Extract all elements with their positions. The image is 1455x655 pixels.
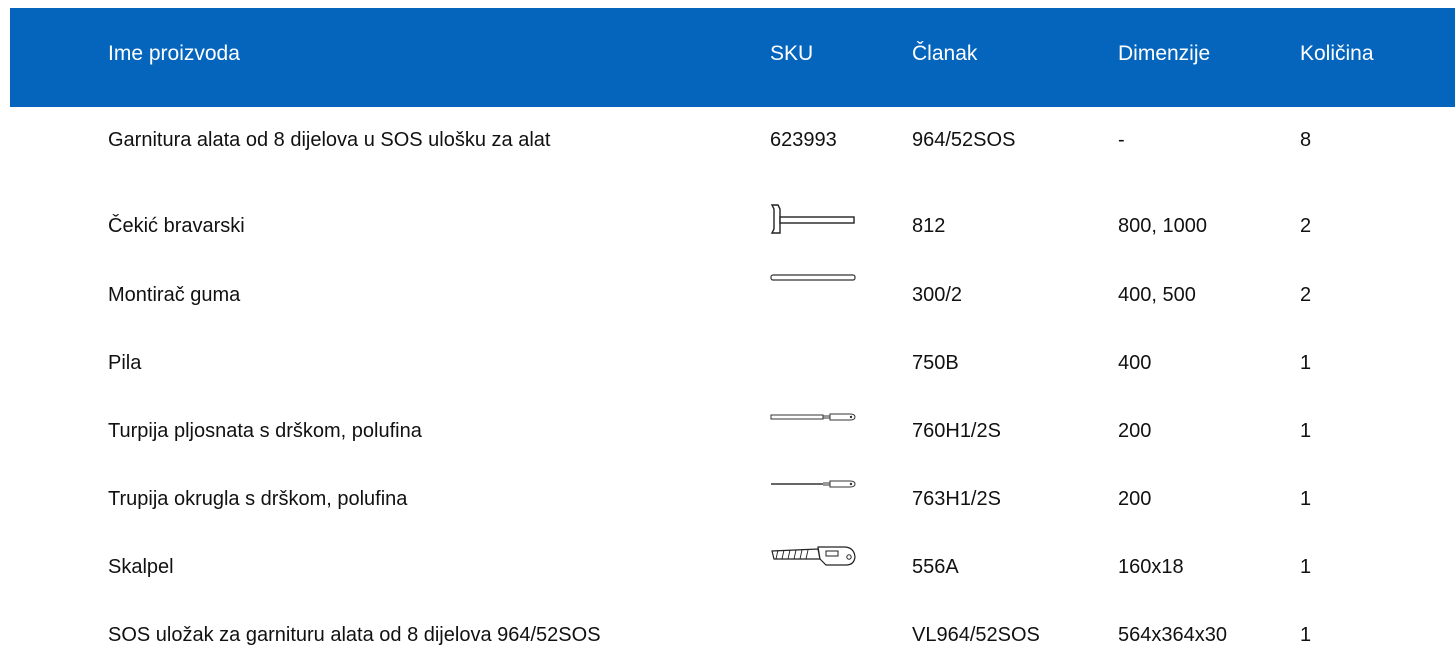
hammer-icon (770, 203, 856, 234)
row-quantity: 2 (1300, 284, 1312, 306)
row-article: 750B (912, 352, 959, 374)
table-row: Pila 750B 400 1 (10, 343, 1455, 383)
row-name: Garnitura alata od 8 dijelova u SOS uloš… (108, 129, 551, 151)
row-article: 763H1/2S (912, 488, 1001, 510)
row-sku: 623993 (770, 129, 837, 151)
table-row: SOS uložak za garnituru alata od 8 dijel… (10, 615, 1455, 655)
row-quantity: 8 (1300, 129, 1312, 151)
row-dimensions: - (1118, 129, 1125, 151)
row-article: 964/52SOS (912, 129, 1016, 151)
header-sku: SKU (770, 42, 814, 65)
row-article: 300/2 (912, 284, 963, 306)
row-article: 760H1/2S (912, 420, 1001, 442)
table-row: Trupija okrugla s drškom, polufina 763H1… (10, 479, 1455, 519)
round-file-icon (770, 477, 856, 505)
row-article: VL964/52SOS (912, 624, 1040, 646)
row-dimensions: 200 (1118, 420, 1152, 442)
table-row: Turpija pljosnata s drškom, polufina 760… (10, 411, 1455, 451)
tire-lever-icon (770, 271, 856, 299)
row-name: Skalpel (108, 556, 174, 578)
row-quantity: 2 (1300, 215, 1312, 237)
row-name: Pila (108, 352, 142, 374)
row-name: Čekić bravarski (108, 215, 245, 237)
table-row: Montirač guma 300/2 400, 500 2 (10, 274, 1455, 315)
header-quantity: Količina (1300, 42, 1374, 65)
row-article: 556A (912, 556, 959, 578)
row-quantity: 1 (1300, 352, 1312, 374)
row-dimensions: 160x18 (1118, 556, 1184, 578)
utility-knife-icon (770, 545, 856, 573)
row-name: Turpija pljosnata s drškom, polufina (108, 420, 422, 442)
row-quantity: 1 (1300, 488, 1312, 510)
table-header: Ime proizvoda SKU Članak Dimenzije Količ… (10, 8, 1455, 107)
row-dimensions: 200 (1118, 488, 1152, 510)
row-quantity: 1 (1300, 420, 1312, 442)
row-dimensions: 400 (1118, 352, 1152, 374)
row-dimensions: 400, 500 (1118, 284, 1196, 306)
row-quantity: 1 (1300, 624, 1312, 646)
table-row: Garnitura alata od 8 dijelova u SOS uloš… (10, 120, 1455, 160)
product-table: Ime proizvoda SKU Članak Dimenzije Količ… (10, 8, 1455, 646)
row-dimensions: 800, 1000 (1118, 215, 1207, 237)
header-dimensions: Dimenzije (1118, 42, 1211, 65)
row-dimensions: 564x364x30 (1118, 624, 1227, 646)
header-article: Članak (912, 42, 978, 65)
row-article: 812 (912, 215, 946, 237)
row-quantity: 1 (1300, 556, 1312, 578)
table-row: Skalpel 556A 160x18 1 (10, 545, 1455, 587)
table-row: Čekić bravarski 812 800, 1000 2 (10, 203, 1455, 246)
row-name: Montirač guma (108, 284, 241, 306)
flat-file-icon (770, 410, 856, 438)
header-name: Ime proizvoda (108, 42, 240, 65)
row-name: Trupija okrugla s drškom, polufina (108, 488, 408, 510)
row-name: SOS uložak za garnituru alata od 8 dijel… (108, 624, 601, 646)
